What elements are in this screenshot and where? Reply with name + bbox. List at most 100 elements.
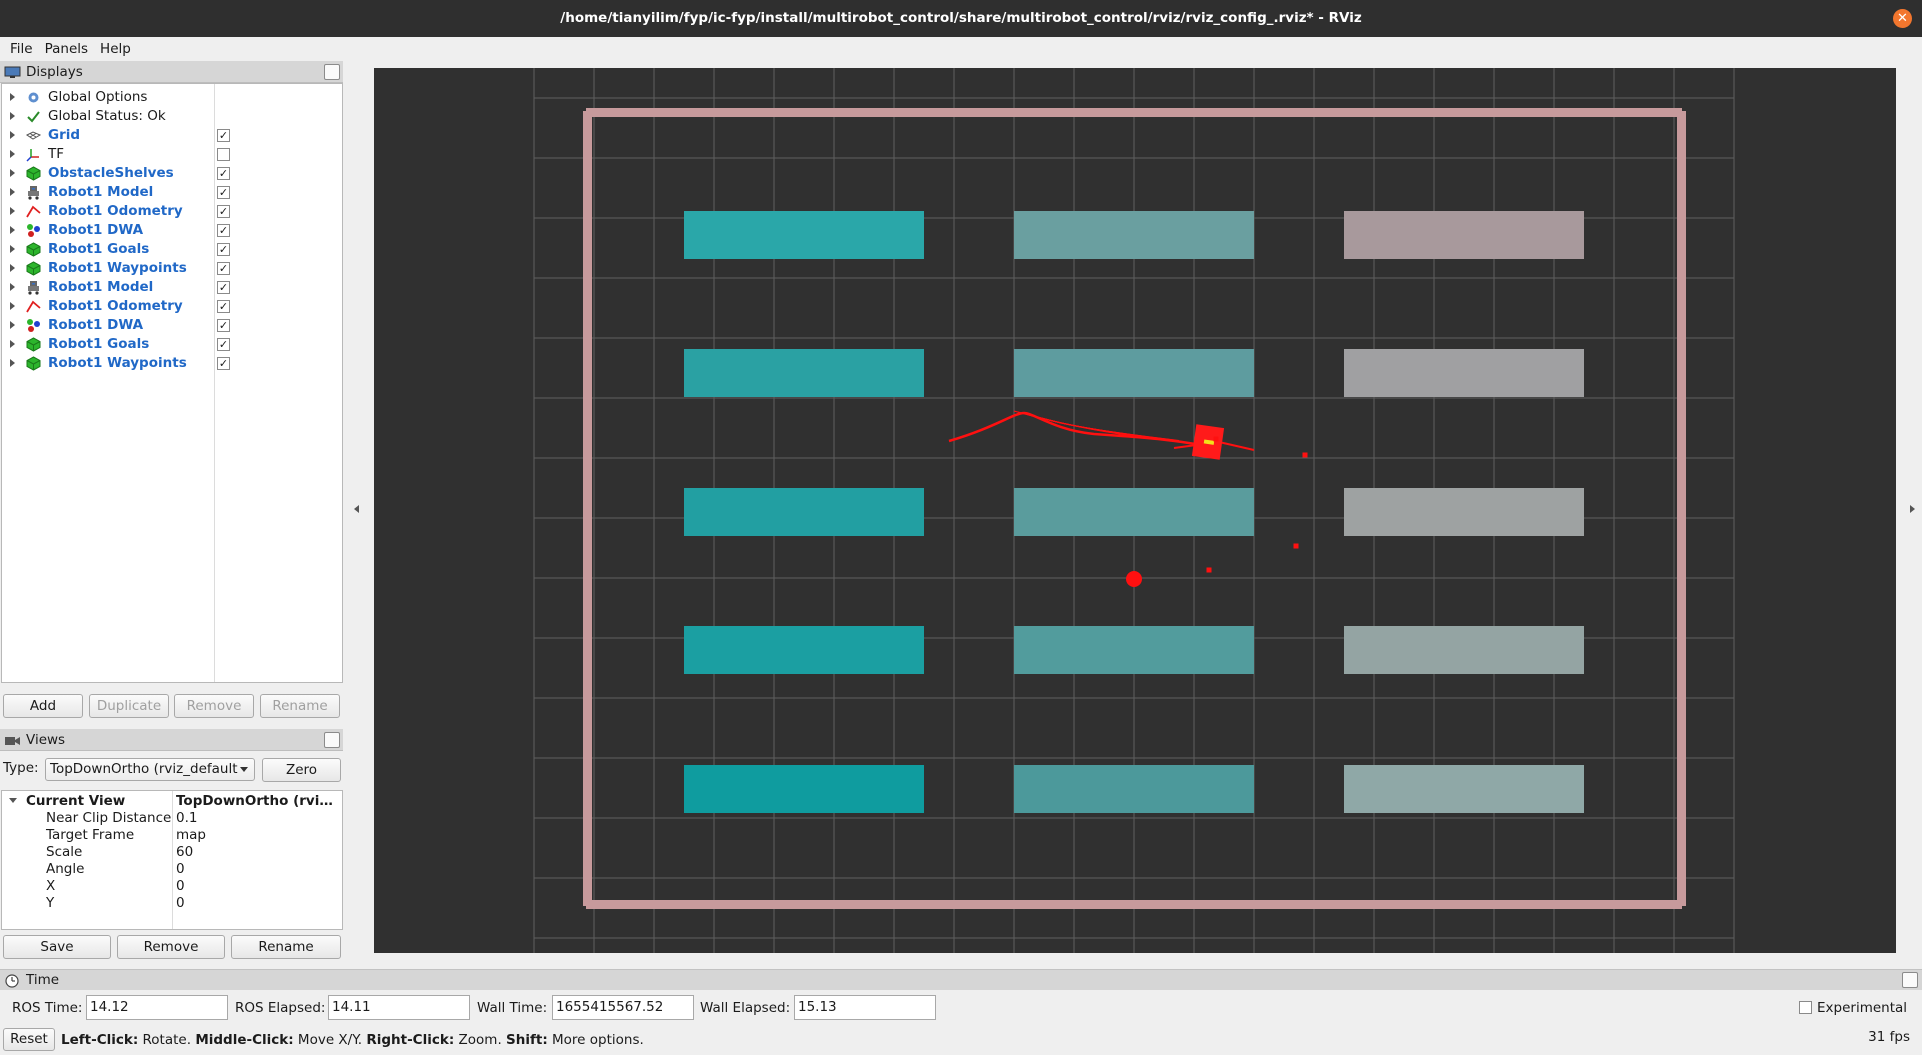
view-property-row[interactable]: Near Clip Distance 0.1 [2, 810, 342, 827]
view-property-value[interactable]: 0 [176, 861, 338, 877]
display-enabled-checkbox[interactable]: ✓ [217, 338, 230, 351]
display-enabled-checkbox[interactable]: ✓ [217, 281, 230, 294]
display-item[interactable]: Robot1 DWA ✓ [2, 316, 342, 335]
display-enabled-checkbox[interactable]: ✓ [217, 243, 230, 256]
expand-arrow-icon[interactable] [10, 245, 15, 253]
obstacle-shelf [684, 211, 924, 259]
save-view-button[interactable]: Save [3, 935, 111, 959]
display-enabled-checkbox[interactable]: ✓ [217, 129, 230, 142]
views-undock-button[interactable] [324, 732, 340, 748]
ros-time-label: ROS Time: [12, 1000, 83, 1016]
time-undock-button[interactable] [1902, 972, 1918, 988]
tf-axes-icon [26, 147, 41, 162]
display-enabled-checkbox[interactable]: ✓ [217, 300, 230, 313]
close-window-button[interactable]: ✕ [1893, 9, 1912, 28]
display-item-label: Robot1 Model [48, 184, 154, 200]
view-property-row[interactable]: Angle 0 [2, 861, 342, 878]
expand-arrow-icon[interactable] [10, 207, 15, 215]
displays-undock-button[interactable] [324, 64, 340, 80]
view-property-value[interactable]: 0.1 [176, 810, 338, 826]
marker-cube-icon [26, 337, 41, 352]
expand-arrow-icon[interactable] [10, 188, 15, 196]
experimental-checkbox[interactable] [1799, 1001, 1812, 1014]
expand-arrow-icon[interactable] [10, 226, 15, 234]
robot-model-icon [26, 280, 41, 295]
display-item[interactable]: Robot1 DWA ✓ [2, 221, 342, 240]
remove-display-button[interactable]: Remove [174, 694, 254, 718]
view-type-dropdown[interactable]: TopDownOrtho (rviz_default [45, 758, 255, 781]
rename-view-button[interactable]: Rename [231, 935, 341, 959]
display-item[interactable]: Robot1 Model ✓ [2, 278, 342, 297]
display-item[interactable]: ObstacleShelves ✓ [2, 164, 342, 183]
wall-time-field[interactable]: 1655415567.52 [552, 995, 694, 1020]
expand-arrow-icon[interactable] [10, 93, 15, 101]
display-enabled-checkbox[interactable]: ✓ [217, 262, 230, 275]
waypoint-marker [1293, 543, 1299, 549]
expand-arrow-icon[interactable] [10, 340, 15, 348]
collapse-left-arrow-icon[interactable] [354, 505, 359, 513]
display-item[interactable]: Robot1 Waypoints ✓ [2, 354, 342, 373]
display-item[interactable]: Robot1 Odometry ✓ [2, 202, 342, 221]
wall-elapsed-field[interactable]: 15.13 [794, 995, 936, 1020]
view-property-row[interactable]: Target Frame map [2, 827, 342, 844]
view-property-row[interactable]: Y0 [2, 895, 342, 912]
display-item[interactable]: Global Status: Ok [2, 107, 342, 126]
view-property-row[interactable]: Scale 60 [2, 844, 342, 861]
reset-button[interactable]: Reset [3, 1028, 55, 1051]
display-item[interactable]: Robot1 Goals ✓ [2, 240, 342, 259]
expand-arrow-icon[interactable] [10, 283, 15, 291]
menu-help[interactable]: Help [94, 37, 137, 61]
remove-view-button[interactable]: Remove [117, 935, 225, 959]
display-enabled-checkbox[interactable] [217, 148, 230, 161]
obstacle-shelf [684, 626, 924, 674]
display-enabled-checkbox[interactable]: ✓ [217, 205, 230, 218]
views-property-tree[interactable]: Current View TopDownOrtho (rviz... Near … [1, 790, 343, 930]
display-enabled-checkbox[interactable]: ✓ [217, 167, 230, 180]
collapse-right-arrow-icon[interactable] [1910, 505, 1915, 513]
display-enabled-checkbox[interactable]: ✓ [217, 357, 230, 370]
display-enabled-checkbox[interactable]: ✓ [217, 224, 230, 237]
view-property-name: Scale [46, 844, 83, 860]
display-item[interactable]: Robot1 Odometry ✓ [2, 297, 342, 316]
view-property-name: Y [46, 895, 55, 911]
view-property-row[interactable]: X0 [2, 878, 342, 895]
display-item[interactable]: Grid ✓ [2, 126, 342, 145]
ros-elapsed-field[interactable]: 14.11 [328, 995, 470, 1020]
add-display-button[interactable]: Add [3, 694, 83, 718]
wall-elapsed-label: Wall Elapsed: [700, 1000, 791, 1016]
display-item-label: Global Status: Ok [48, 108, 166, 124]
expand-arrow-icon[interactable] [10, 264, 15, 272]
display-item[interactable]: TF [2, 145, 342, 164]
expand-arrow-icon[interactable] [10, 131, 15, 139]
expand-arrow-icon[interactable] [10, 169, 15, 177]
display-item[interactable]: Robot1 Model ✓ [2, 183, 342, 202]
current-view-label: Current View [26, 793, 126, 809]
view-property-value[interactable]: 0 [176, 895, 338, 911]
display-item[interactable]: Robot1 Goals ✓ [2, 335, 342, 354]
ros-time-field[interactable]: 14.12 [86, 995, 228, 1020]
display-item[interactable]: Global Options [2, 88, 342, 107]
expand-arrow-icon[interactable] [9, 798, 17, 803]
view-property-value[interactable]: 60 [176, 844, 338, 860]
expand-arrow-icon[interactable] [10, 321, 15, 329]
display-item[interactable]: Robot1 Waypoints ✓ [2, 259, 342, 278]
menu-panels[interactable]: Panels [39, 37, 94, 61]
scene-canvas[interactable] [374, 68, 1896, 953]
display-enabled-checkbox[interactable]: ✓ [217, 319, 230, 332]
duplicate-display-button[interactable]: Duplicate [89, 694, 169, 718]
menu-file[interactable]: File [4, 37, 39, 61]
view-property-value[interactable]: map [176, 827, 338, 843]
expand-arrow-icon[interactable] [10, 302, 15, 310]
monitor-icon [4, 66, 21, 78]
display-item-label: Robot1 Goals [48, 336, 150, 352]
expand-arrow-icon[interactable] [10, 112, 15, 120]
expand-arrow-icon[interactable] [10, 150, 15, 158]
expand-arrow-icon[interactable] [10, 359, 15, 367]
3d-viewport[interactable] [374, 68, 1896, 953]
displays-tree[interactable]: Global Options Global Status: Ok Grid ✓ TF Ob… [1, 83, 343, 683]
view-property-value[interactable]: 0 [176, 878, 338, 894]
display-enabled-checkbox[interactable]: ✓ [217, 186, 230, 199]
zero-view-button[interactable]: Zero [262, 758, 341, 782]
rename-display-button[interactable]: Rename [260, 694, 340, 718]
current-view-row[interactable]: Current View TopDownOrtho (rviz... [2, 793, 342, 810]
